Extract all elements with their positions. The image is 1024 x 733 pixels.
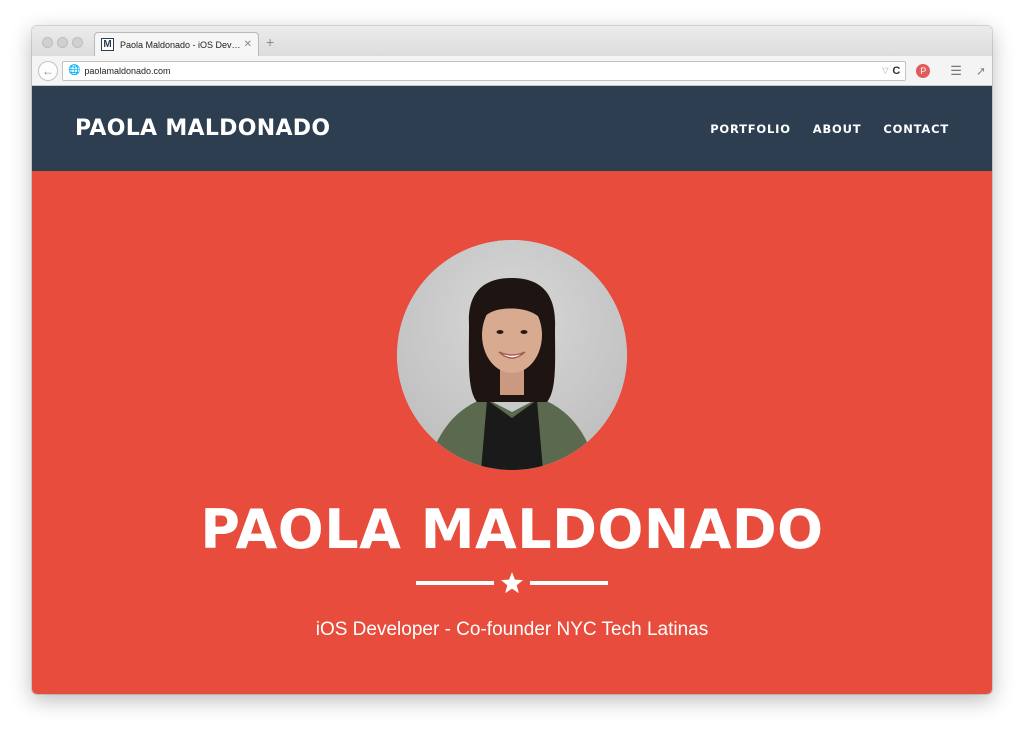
globe-icon: 🌐 xyxy=(67,65,81,76)
hero-section: PAOLA MALDONADO iOS Developer - Co-found… xyxy=(32,171,992,694)
navigation-bar: ← 🌐 paolamaldonado.com ▽ C P ☰ ➚ xyxy=(32,56,992,86)
hero-tagline: iOS Developer - Co-founder NYC Tech Lati… xyxy=(315,619,709,640)
profile-photo-illustration xyxy=(397,240,627,470)
nav-link-contact[interactable]: CONTACT xyxy=(883,122,949,136)
zoom-window-button[interactable] xyxy=(72,37,83,48)
site-header: PAOLA MALDONADO PORTFOLIO ABOUT CONTACT xyxy=(32,86,992,171)
site-brand[interactable]: PAOLA MALDONADO xyxy=(75,116,330,141)
divider-line-left xyxy=(416,581,494,585)
hamburger-menu-icon[interactable]: ☰ xyxy=(950,63,962,79)
divider-line-right xyxy=(530,581,608,585)
favicon: M xyxy=(101,38,114,51)
nav-link-about[interactable]: ABOUT xyxy=(813,122,862,136)
address-bar[interactable]: 🌐 paolamaldonado.com ▽ C xyxy=(61,60,907,81)
history-dropdown-icon[interactable]: ▽ xyxy=(882,66,888,75)
tab-title: Paola Maldonado - iOS Dev… xyxy=(120,39,240,50)
hero-name: PAOLA MALDONADO xyxy=(200,498,824,561)
star-divider xyxy=(416,571,608,595)
pinterest-icon[interactable]: P xyxy=(916,63,931,78)
back-arrow-icon[interactable]: ← xyxy=(38,60,58,81)
browser-tab[interactable]: M Paola Maldonado - iOS Dev… ✕ xyxy=(94,32,259,56)
tab-strip: M Paola Maldonado - iOS Dev… ✕ + xyxy=(32,26,992,56)
close-tab-icon[interactable]: ✕ xyxy=(244,39,252,50)
close-window-button[interactable] xyxy=(42,37,53,48)
url-text: paolamaldonado.com xyxy=(84,65,171,76)
nav-link-portfolio[interactable]: PORTFOLIO xyxy=(710,122,791,136)
reload-icon[interactable]: C xyxy=(892,65,900,77)
star-icon xyxy=(501,572,523,594)
new-tab-button[interactable]: + xyxy=(266,34,274,50)
profile-photo xyxy=(397,240,627,470)
site-nav: PORTFOLIO ABOUT CONTACT xyxy=(710,122,949,136)
browser-window: M Paola Maldonado - iOS Dev… ✕ + ← 🌐 pao… xyxy=(32,26,992,694)
extension-icon[interactable]: ➚ xyxy=(976,64,986,78)
minimize-window-button[interactable] xyxy=(57,37,68,48)
